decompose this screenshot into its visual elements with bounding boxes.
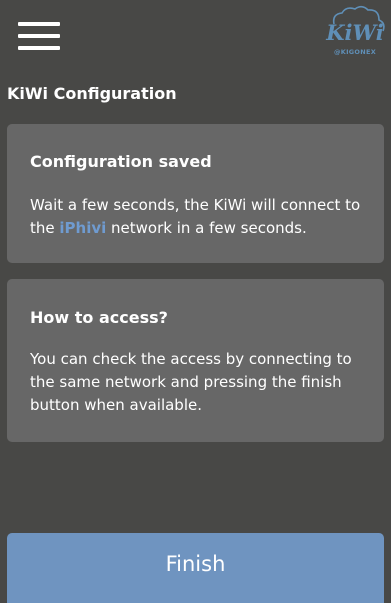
logo-text: KiWi: [325, 20, 383, 45]
card-text: You can check the access by connecting t…: [30, 350, 352, 414]
app-header: KiWi @KIGONEX: [0, 0, 391, 72]
card-title: How to access?: [30, 308, 168, 327]
how-to-access-card: How to access? You can check the access …: [7, 279, 384, 442]
cloud-logo-icon: KiWi: [325, 5, 385, 45]
logo-subtitle: @KIGONEX: [333, 48, 377, 56]
hamburger-menu-icon[interactable]: [18, 22, 62, 50]
network-name: iPhivi: [59, 219, 107, 237]
configuration-saved-card: Configuration saved Wait a few seconds, …: [7, 124, 384, 263]
card-text-after: network in a few seconds.: [106, 219, 307, 237]
finish-button[interactable]: Finish: [7, 533, 384, 603]
page-title: KiWi Configuration: [7, 84, 177, 103]
menu-bar: [18, 22, 60, 26]
card-text: Wait a few seconds, the KiWi will connec…: [30, 194, 370, 240]
menu-bar: [18, 46, 60, 50]
kiwi-logo: KiWi @KIGONEX: [322, 4, 388, 60]
menu-bar: [18, 34, 60, 38]
card-title: Configuration saved: [30, 152, 212, 171]
